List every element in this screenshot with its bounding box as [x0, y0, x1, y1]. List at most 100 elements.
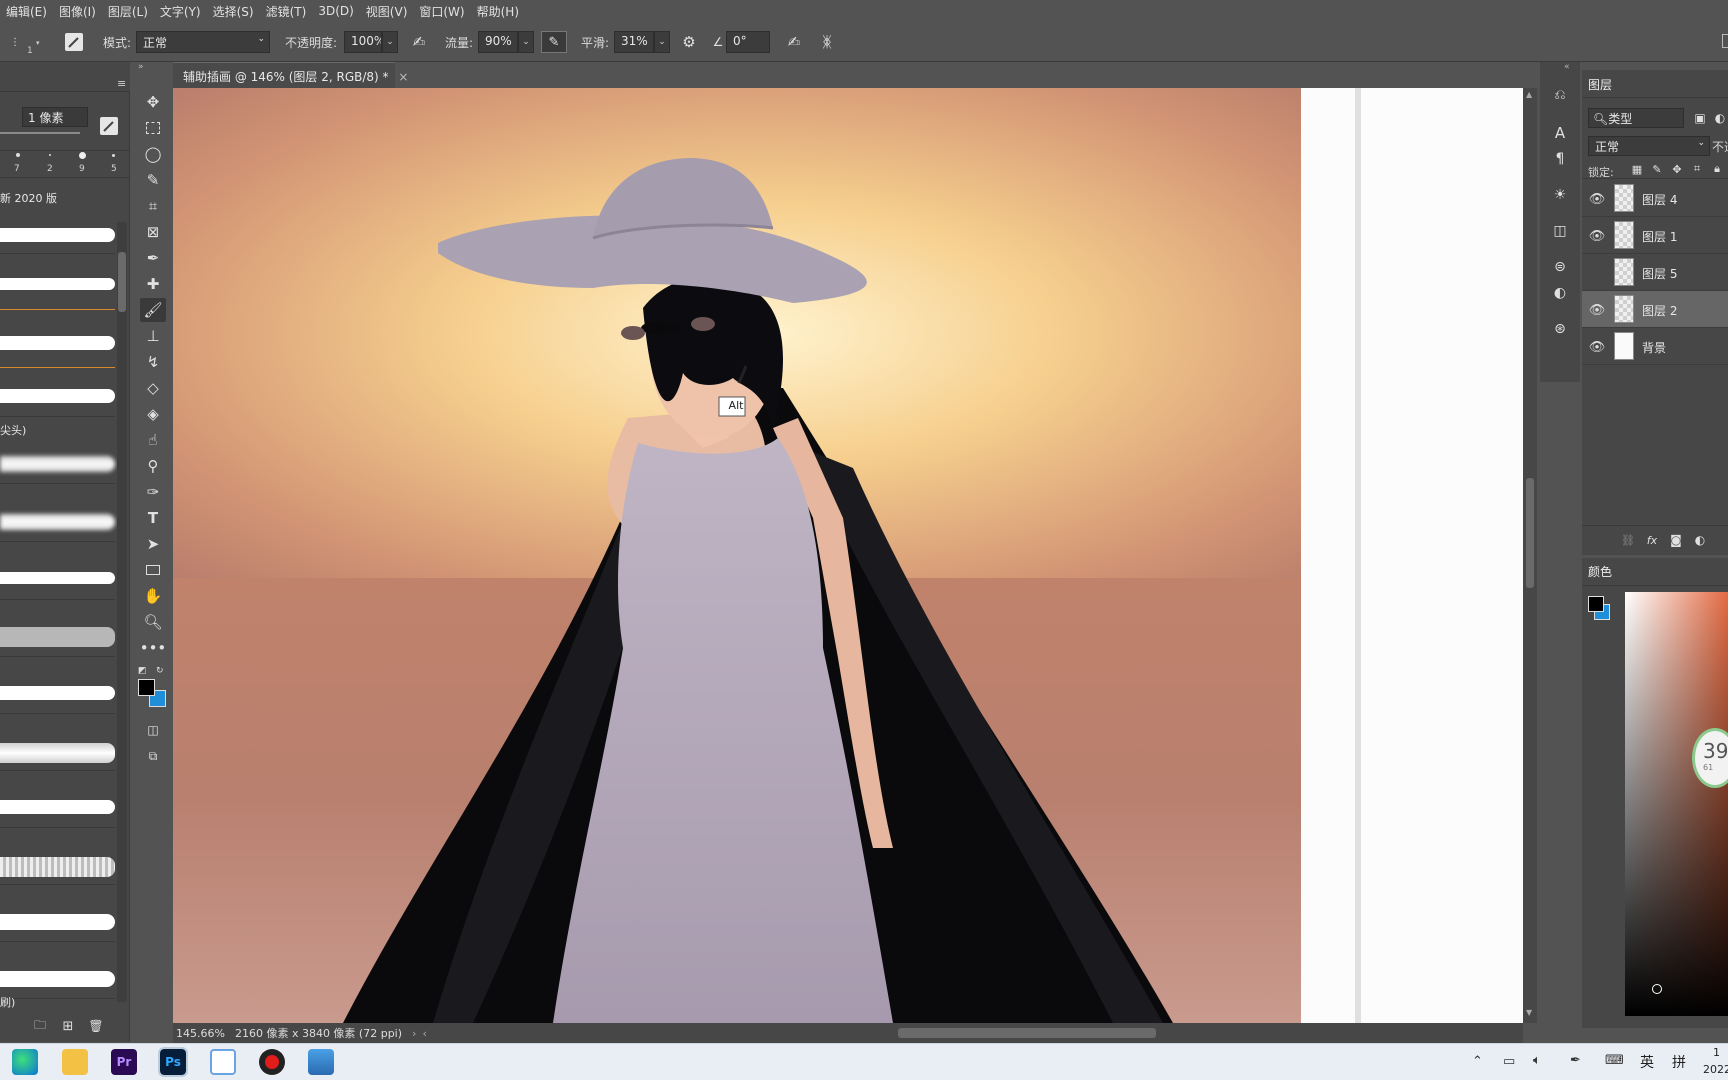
smudge-tool-icon[interactable]: ☝ [140, 428, 166, 452]
brush-preset[interactable] [0, 617, 115, 657]
paint-bucket-tool-icon[interactable]: ◈ [140, 402, 166, 426]
lock-all-icon[interactable]: 🔒︎ [1710, 162, 1724, 176]
pen-icon[interactable]: ✒ [1570, 1053, 1581, 1068]
photoshop-icon[interactable]: Ps [158, 1047, 188, 1077]
collapse-icon[interactable]: » [138, 62, 144, 72]
eye-icon[interactable]: 👁︎ [1588, 192, 1606, 208]
mode-select[interactable]: 正常 ⌄ [136, 31, 270, 53]
canvas-area[interactable]: Alt [173, 88, 1523, 1023]
eye-hidden-icon[interactable] [1588, 266, 1606, 282]
size-slider[interactable] [0, 132, 80, 134]
flow-input[interactable]: 90% [478, 31, 518, 53]
edge-icon[interactable] [12, 1049, 38, 1075]
chevron-right-icon[interactable]: › [412, 1027, 416, 1040]
brush-preset[interactable] [0, 385, 115, 417]
brush-preset-picker[interactable]: ⋮ [8, 32, 22, 52]
eye-icon[interactable]: 👁︎ [1588, 303, 1606, 319]
eye-icon[interactable]: 👁︎ [1588, 340, 1606, 356]
adjustment-layer-icon[interactable]: ◐ [1692, 532, 1708, 548]
chevron-left-icon[interactable]: ‹ [422, 1027, 426, 1040]
color-foreground-swatch[interactable] [1588, 596, 1604, 612]
premiere-icon[interactable]: Pr [111, 1049, 137, 1075]
marquee-tool-icon[interactable] [140, 116, 166, 140]
ime-language[interactable]: 英 [1640, 1052, 1654, 1072]
photos-icon[interactable] [308, 1049, 334, 1075]
zoom-tool-icon[interactable]: 🔍︎ [140, 610, 166, 634]
layers-tab[interactable]: 图层 [1588, 76, 1612, 93]
color-picker-field[interactable] [1625, 592, 1728, 1016]
color-tab[interactable]: 颜色 [1588, 563, 1612, 580]
brush-tool-icon[interactable]: 🖌 [140, 298, 166, 322]
dodge-tool-icon[interactable]: ⚲ [140, 454, 166, 478]
opacity-input[interactable]: 100% [344, 31, 382, 53]
document-tab[interactable]: 辅助插画 @ 146% (图层 2, RGB/8) * × [173, 62, 408, 88]
eyedropper-tool-icon[interactable]: ✒ [140, 246, 166, 270]
layer-name[interactable]: 图层 4 [1642, 191, 1677, 208]
menu-item[interactable]: 编辑(E) [0, 3, 53, 20]
menu-item[interactable]: 滤镜(T) [260, 3, 313, 20]
symmetry-butterfly-icon[interactable]: ᛤ [816, 32, 838, 52]
foreground-color-swatch[interactable] [138, 679, 155, 696]
file-explorer-icon[interactable] [62, 1049, 88, 1075]
clock-time[interactable]: 1 [1713, 1046, 1720, 1059]
ime-mode[interactable]: 拼 [1672, 1052, 1686, 1072]
layer-mask-icon[interactable]: ◙ [1668, 532, 1684, 548]
lasso-tool-icon[interactable]: ◯ [140, 142, 166, 166]
brush-group-label[interactable]: 新 2020 版 [0, 190, 57, 206]
menu-item[interactable]: 帮助(H) [471, 3, 525, 20]
document-info[interactable]: 2160 像素 x 3840 像素 (72 ppi) [235, 1025, 402, 1041]
screen-mode-icon[interactable]: ⧉ [140, 744, 166, 768]
color-picker-cursor[interactable] [1652, 984, 1662, 994]
preset-size-0[interactable]: 7 [14, 164, 20, 174]
scroll-down-icon[interactable]: ▼ [1526, 1008, 1532, 1017]
scroll-up-icon[interactable]: ▲ [1526, 90, 1532, 99]
smooth-input[interactable]: 31% [614, 31, 654, 53]
brush-preset[interactable] [0, 845, 115, 885]
add-icon[interactable]: ⊞ [60, 1018, 76, 1034]
history-brush-tool-icon[interactable]: ↯ [140, 350, 166, 374]
brush-preset[interactable] [0, 214, 115, 254]
lock-position-icon[interactable]: ✥ [1670, 162, 1684, 176]
eraser-tool-icon[interactable]: ◇ [140, 376, 166, 400]
layer-row[interactable]: 👁︎ 图层 4 [1582, 180, 1728, 217]
eye-icon[interactable]: 👁︎ [1588, 229, 1606, 245]
swap-colors-icon[interactable]: ↻ [156, 666, 164, 676]
new-brush-icon[interactable] [100, 117, 118, 135]
panel-menu-icon[interactable]: ≡ [117, 77, 126, 90]
lock-artboard-icon[interactable]: ⌗ [1690, 162, 1704, 176]
chevron-down-icon[interactable]: ▾ [36, 39, 40, 47]
lock-transparency-icon[interactable]: ▦ [1630, 162, 1644, 176]
hand-tool-icon[interactable]: ✋ [140, 584, 166, 608]
gear-icon[interactable]: ⚙ [678, 32, 700, 52]
default-colors-icon[interactable]: ◩ [138, 666, 147, 676]
menu-item[interactable]: 窗口(W) [413, 3, 470, 20]
brush-settings-panel-icon[interactable] [65, 33, 83, 51]
airbrush-icon[interactable]: ✎ [541, 31, 567, 53]
layer-thumbnail[interactable] [1614, 332, 1634, 360]
menu-item[interactable]: 3D(D) [312, 4, 359, 18]
character-panel-icon[interactable]: A [1548, 122, 1572, 144]
zoom-level[interactable]: 145.66% [176, 1027, 225, 1040]
share-icon[interactable] [1722, 34, 1728, 48]
paths-panel-icon[interactable]: ⊛ [1548, 318, 1572, 340]
menu-item[interactable]: 视图(V) [360, 3, 414, 20]
brush-preset-selected[interactable] [0, 328, 115, 368]
layer-name[interactable]: 图层 5 [1642, 265, 1677, 282]
brush-preset[interactable] [0, 560, 115, 600]
brush-size-field[interactable]: 1 像素 [22, 107, 88, 127]
rectangle-tool-icon[interactable] [140, 558, 166, 582]
brush-preset[interactable] [0, 270, 115, 310]
artwork-canvas[interactable] [173, 88, 1301, 1023]
close-icon[interactable]: × [398, 70, 408, 84]
pen-tool-icon[interactable]: ✑ [140, 480, 166, 504]
volume-icon[interactable]: 🔈︎ [1533, 1053, 1541, 1068]
menu-item[interactable]: 选择(S) [207, 3, 260, 20]
opacity-dropdown[interactable]: ⌄ [382, 31, 398, 53]
history-panel-icon[interactable]: ⎌ [1548, 84, 1572, 106]
brush-preset[interactable] [0, 444, 115, 484]
brush-list-scrollbar[interactable] [117, 222, 127, 1002]
blend-mode-select[interactable]: 正常 ⌄ [1588, 136, 1710, 156]
expand-icon[interactable]: « [1564, 62, 1570, 72]
menu-item[interactable]: 文字(Y) [154, 3, 207, 20]
app-icon[interactable] [210, 1049, 236, 1075]
